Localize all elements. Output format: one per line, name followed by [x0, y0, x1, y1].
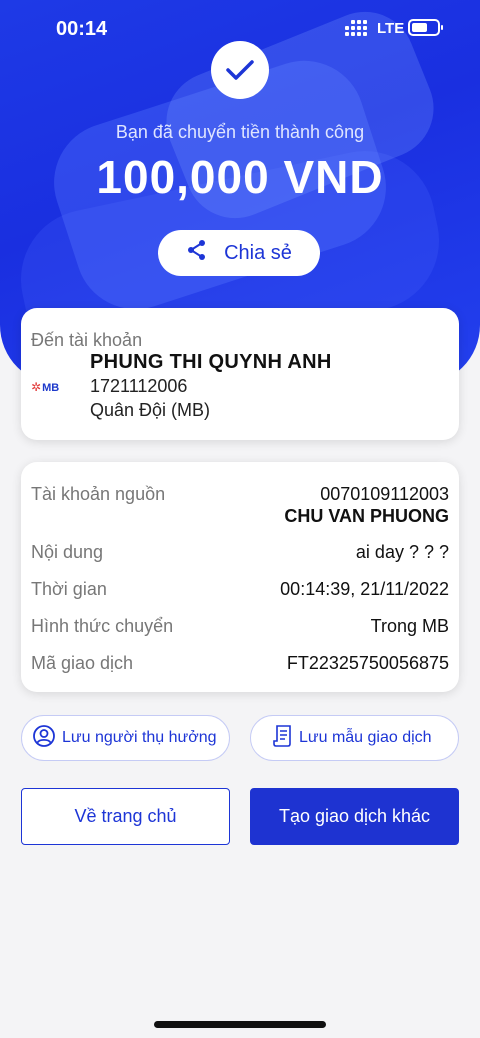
save-recipient-button[interactable]: Lưu người thụ hưởng: [21, 715, 230, 761]
user-circle-icon: [32, 724, 56, 753]
new-transaction-button[interactable]: Tạo giao dịch khác: [250, 788, 459, 845]
transaction-id-value: FT22325750056875: [286, 653, 449, 673]
time-label: Thời gian: [31, 579, 107, 599]
recipient-name: PHUNG THI QUYNH ANH: [90, 351, 332, 373]
home-button[interactable]: Về trang chủ: [21, 788, 230, 845]
method-label: Hình thức chuyển: [31, 616, 174, 636]
content-value: ai day ? ? ?: [355, 542, 449, 562]
home-indicator[interactable]: [154, 1021, 326, 1028]
destination-card: Đến tài khoản ✲MB PHUNG THI QUYNH ANH 17…: [21, 308, 459, 440]
mb-bank-logo: ✲MB: [31, 380, 60, 394]
status-time: 00:14: [56, 18, 108, 40]
transaction-id-label: Mã giao dịch: [31, 653, 134, 673]
share-button[interactable]: Chia sẻ: [158, 230, 320, 276]
transfer-amount: 100,000 VND: [96, 151, 384, 203]
source-account-value: 0070109112003: [320, 484, 449, 504]
save-template-label: Lưu mẫu giao dịch: [299, 729, 432, 746]
recipient-account: 1721112006: [90, 376, 188, 396]
transaction-details-card: Tài khoản nguồn 0070109112003 CHU VAN PH…: [21, 462, 459, 692]
time-value: 00:14:39, 21/11/2022: [280, 579, 449, 599]
share-icon: [186, 239, 208, 267]
source-account-name: CHU VAN PHUONG: [284, 506, 449, 526]
battery-icon: [408, 19, 443, 36]
network-type: LTE: [377, 20, 405, 37]
new-transaction-label: Tạo giao dịch khác: [278, 806, 431, 826]
receipt-icon: [271, 724, 293, 753]
save-template-button[interactable]: Lưu mẫu giao dịch: [250, 715, 459, 761]
save-recipient-label: Lưu người thụ hưởng: [62, 729, 217, 746]
source-account-label: Tài khoản nguồn: [31, 484, 166, 504]
share-label: Chia sẻ: [224, 241, 292, 264]
destination-label: Đến tài khoản: [31, 330, 143, 350]
method-value: Trong MB: [370, 616, 449, 636]
recipient-bank: Quân Đội (MB): [90, 400, 211, 420]
success-check-icon: [211, 41, 269, 99]
success-message: Bạn đã chuyển tiền thành công: [115, 122, 365, 142]
content-label: Nội dung: [31, 542, 104, 562]
signal-icon: [345, 20, 367, 36]
home-label: Về trang chủ: [74, 806, 177, 826]
